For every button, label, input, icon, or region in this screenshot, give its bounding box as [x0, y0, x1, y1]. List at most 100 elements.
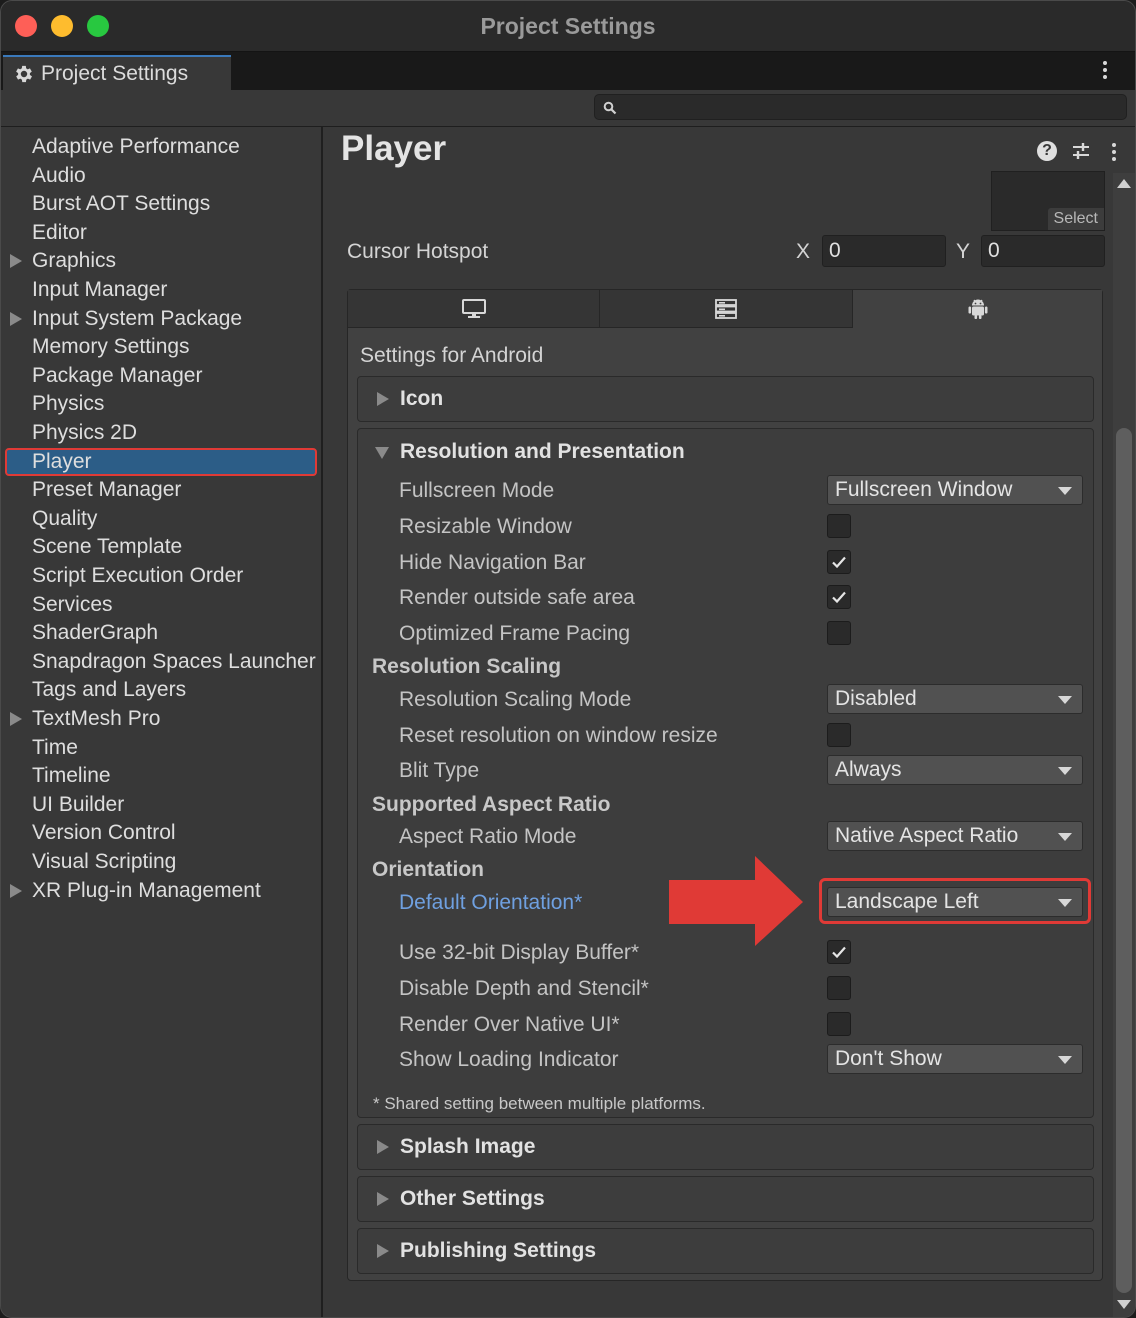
chevron-down-icon: [1058, 696, 1072, 704]
resizable-window-checkbox[interactable]: [827, 514, 851, 538]
hotspot-x-label: X: [796, 240, 811, 263]
scroll-down-arrow[interactable]: [1117, 1300, 1131, 1309]
resolution-scaling-heading: Resolution Scaling: [372, 655, 562, 678]
sidebar-item[interactable]: Snapdragon Spaces Launcher: [1, 648, 319, 676]
sidebar-item[interactable]: Visual Scripting: [1, 848, 319, 876]
disable-depth-stencil-checkbox[interactable]: [827, 976, 851, 1000]
sidebar-item[interactable]: Player: [5, 447, 317, 476]
sidebar-item-label: UI Builder: [32, 792, 125, 816]
dropdown-value: Native Aspect Ratio: [835, 824, 1019, 847]
sidebar-item-label: Time: [32, 735, 78, 759]
cursor-texture-select-button[interactable]: Select: [1047, 208, 1104, 230]
sidebar-item[interactable]: Input System Package: [1, 305, 319, 333]
sidebar-item[interactable]: XR Plug-in Management: [1, 877, 319, 905]
splash-image-section[interactable]: Splash Image: [357, 1124, 1094, 1170]
tab-android[interactable]: [853, 290, 1102, 328]
sidebar-item[interactable]: Preset Manager: [1, 476, 319, 504]
checkmark-icon: [832, 591, 846, 604]
blit-type-dropdown[interactable]: Always: [827, 755, 1083, 785]
scroll-thumb[interactable]: [1116, 428, 1132, 1293]
sidebar-item[interactable]: Scene Template: [1, 533, 319, 561]
display-buffer-checkbox[interactable]: [827, 940, 851, 964]
sidebar-item[interactable]: Services: [1, 591, 319, 619]
publishing-settings-section[interactable]: Publishing Settings: [357, 1228, 1094, 1274]
icon-section[interactable]: Icon: [357, 376, 1094, 422]
tab-project-settings[interactable]: Project Settings: [3, 55, 231, 90]
sidebar-item[interactable]: Editor: [1, 219, 319, 247]
sidebar-item[interactable]: Physics 2D: [1, 419, 319, 447]
hotspot-y-input[interactable]: 0: [981, 235, 1105, 267]
sidebar-item[interactable]: Physics: [1, 390, 319, 418]
dropdown-value: Disabled: [835, 687, 917, 710]
sidebar-item[interactable]: Quality: [1, 505, 319, 533]
platform-settings-frame: Settings for Android Icon Resolution and…: [347, 289, 1103, 1281]
tab-dedicated-server[interactable]: [600, 290, 853, 328]
aspect-ratio-mode-dropdown[interactable]: Native Aspect Ratio: [827, 821, 1083, 851]
expand-arrow-icon[interactable]: [10, 883, 22, 898]
help-icon[interactable]: ?: [1037, 141, 1057, 161]
tab-standalone[interactable]: [348, 290, 600, 328]
sidebar-item[interactable]: UI Builder: [1, 791, 319, 819]
render-outside-safe-checkbox[interactable]: [827, 585, 851, 609]
window-menu-icon[interactable]: [1103, 61, 1107, 82]
sidebar-item[interactable]: Version Control: [1, 819, 319, 847]
optimized-frame-pacing-label: Optimized Frame Pacing: [399, 622, 631, 645]
cursor-texture-field[interactable]: Select: [991, 171, 1105, 231]
hide-nav-bar-checkbox[interactable]: [827, 550, 851, 574]
render-over-native-checkbox[interactable]: [827, 1012, 851, 1036]
scroll-up-arrow[interactable]: [1117, 179, 1131, 188]
inspector-menu-icon[interactable]: [1112, 143, 1116, 164]
expand-arrow-icon: [377, 1244, 389, 1258]
sidebar-item-label: Input System Package: [32, 306, 243, 330]
hide-nav-bar-label: Hide Navigation Bar: [399, 551, 586, 574]
title-bar[interactable]: Project Settings: [1, 1, 1135, 52]
orientation-heading: Orientation: [372, 858, 485, 881]
sidebar-item[interactable]: Memory Settings: [1, 333, 319, 361]
sidebar-item[interactable]: TextMesh Pro: [1, 705, 319, 733]
reset-resolution-checkbox[interactable]: [827, 723, 851, 747]
sidebar-item[interactable]: Timeline: [1, 762, 319, 790]
section-title-splash: Splash Image: [400, 1135, 536, 1158]
sidebar-item[interactable]: Script Execution Order: [1, 562, 319, 590]
other-settings-section[interactable]: Other Settings: [357, 1176, 1094, 1222]
show-loading-dropdown[interactable]: Don't Show: [827, 1044, 1083, 1074]
monitor-icon: [461, 298, 486, 318]
display-buffer-label: Use 32-bit Display Buffer*: [399, 941, 640, 964]
search-icon: [603, 101, 617, 115]
sidebar-item[interactable]: Time: [1, 734, 319, 762]
expand-arrow-icon[interactable]: [10, 712, 22, 726]
chevron-down-icon: [1058, 487, 1072, 495]
sidebar-item[interactable]: Burst AOT Settings: [1, 190, 319, 218]
chevron-down-icon: [1058, 767, 1072, 775]
search-input[interactable]: [594, 94, 1127, 120]
resolution-scaling-mode-label: Resolution Scaling Mode: [399, 688, 632, 711]
expand-arrow-icon[interactable]: [10, 311, 22, 326]
sidebar-item[interactable]: Input Manager: [1, 276, 319, 304]
android-icon: [968, 299, 987, 319]
expand-arrow-icon[interactable]: [10, 254, 22, 269]
presets-sliders-icon[interactable]: [1071, 141, 1091, 161]
inspector-scrollbar[interactable]: [1113, 173, 1135, 1317]
optimized-frame-pacing-checkbox[interactable]: [827, 621, 851, 645]
reset-resolution-label: Reset resolution on window resize: [399, 724, 718, 747]
sidebar-item-label: Input Manager: [32, 278, 168, 301]
checkmark-icon: [832, 946, 846, 959]
sidebar-item-label: Preset Manager: [32, 478, 182, 502]
sidebar-item[interactable]: Audio: [1, 162, 319, 190]
hotspot-x-input[interactable]: 0: [822, 235, 946, 267]
section-title-resolution[interactable]: Resolution and Presentation: [400, 440, 685, 464]
cursor-hotspot-label: Cursor Hotspot: [347, 240, 489, 263]
sidebar-item[interactable]: Graphics: [1, 247, 319, 275]
collapse-arrow-icon[interactable]: [375, 447, 389, 459]
sidebar-item[interactable]: ShaderGraph: [1, 619, 319, 647]
fullscreen-mode-dropdown[interactable]: Fullscreen Window: [827, 475, 1083, 505]
sidebar-item[interactable]: Adaptive Performance: [1, 133, 319, 161]
show-loading-label: Show Loading Indicator: [399, 1048, 619, 1071]
sidebar-item[interactable]: Tags and Layers: [1, 676, 319, 704]
section-title-other: Other Settings: [400, 1187, 545, 1210]
resolution-scaling-mode-dropdown[interactable]: Disabled: [827, 684, 1083, 714]
search-row: [1, 90, 1135, 127]
annotation-arrow-icon: [669, 856, 803, 946]
dropdown-value: Always: [835, 758, 902, 781]
sidebar-item[interactable]: Package Manager: [1, 362, 319, 390]
